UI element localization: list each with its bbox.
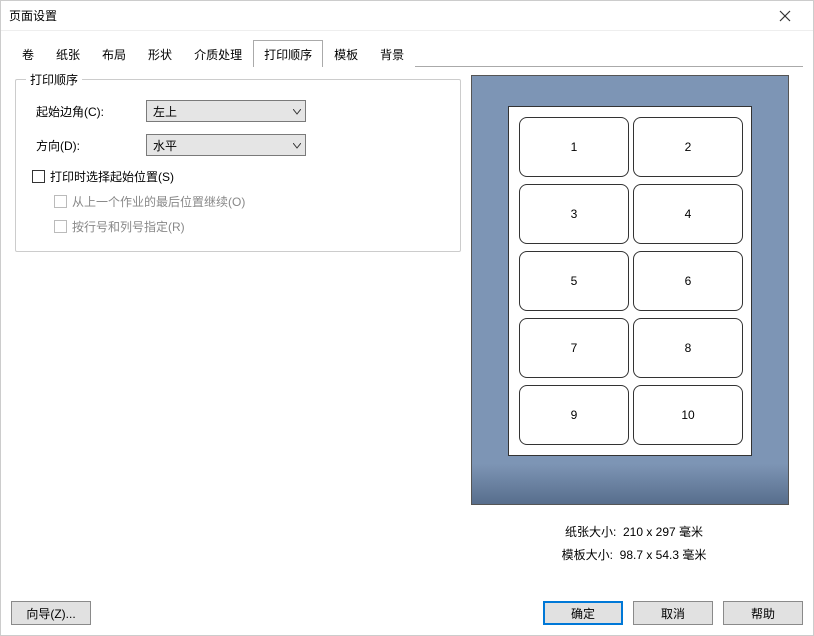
- select-start-checkbox-row: 打印时选择起始位置(S): [32, 168, 450, 185]
- row-col-label: 按行号和列号指定(R): [72, 218, 185, 235]
- tab-panel: 打印顺序 起始边角(C): 左上 方向(D): 水平: [11, 67, 803, 593]
- tab-roll[interactable]: 卷: [11, 40, 45, 67]
- tab-shape[interactable]: 形状: [137, 40, 183, 67]
- left-pane: 打印顺序 起始边角(C): 左上 方向(D): 水平: [11, 73, 471, 593]
- titlebar: 页面设置: [1, 1, 813, 31]
- group-title: 打印顺序: [26, 71, 82, 88]
- continue-last-checkbox-row: 从上一个作业的最后位置继续(O): [54, 193, 450, 210]
- preview-paper: 1 2 3 4 5 6 7 8 9 10: [508, 106, 752, 456]
- paper-size-row: 纸张大小: 210 x 297 毫米: [471, 521, 797, 544]
- preview-cell: 4: [633, 184, 743, 244]
- print-order-group: 打印顺序 起始边角(C): 左上 方向(D): 水平: [15, 79, 461, 252]
- direction-value: 水平: [153, 137, 177, 154]
- chevron-down-icon: [293, 138, 301, 152]
- footer: 向导(Z)... 确定 取消 帮助: [1, 593, 813, 635]
- tab-template[interactable]: 模板: [323, 40, 369, 67]
- tab-paper[interactable]: 纸张: [45, 40, 91, 67]
- tab-strip: 卷 纸张 布局 形状 介质处理 打印顺序 模板 背景: [11, 39, 803, 67]
- content-area: 卷 纸张 布局 形状 介质处理 打印顺序 模板 背景 打印顺序 起始边角(C):…: [1, 31, 813, 593]
- template-size-value: 98.7 x 54.3 毫米: [620, 548, 707, 562]
- paper-size-label: 纸张大小:: [565, 525, 616, 539]
- start-corner-row: 起始边角(C): 左上: [36, 100, 450, 122]
- preview-cell: 1: [519, 117, 629, 177]
- start-corner-value: 左上: [153, 103, 177, 120]
- right-pane: 1 2 3 4 5 6 7 8 9 10 纸张大小:: [471, 73, 803, 593]
- tab-media[interactable]: 介质处理: [183, 40, 253, 67]
- preview-cell: 8: [633, 318, 743, 378]
- tab-layout[interactable]: 布局: [91, 40, 137, 67]
- start-corner-label: 起始边角(C):: [36, 103, 146, 120]
- page-setup-dialog: 页面设置 卷 纸张 布局 形状 介质处理 打印顺序 模板 背景 打印顺序 起始边…: [0, 0, 814, 636]
- continue-last-label: 从上一个作业的最后位置继续(O): [72, 193, 245, 210]
- preview-shadow: [472, 464, 788, 504]
- preview-cell: 3: [519, 184, 629, 244]
- template-size-label: 模板大小:: [562, 548, 613, 562]
- row-col-checkbox-row: 按行号和列号指定(R): [54, 218, 450, 235]
- select-start-label: 打印时选择起始位置(S): [50, 168, 174, 185]
- row-col-checkbox: [54, 220, 67, 233]
- cancel-button[interactable]: 取消: [633, 601, 713, 625]
- direction-label: 方向(D):: [36, 137, 146, 154]
- direction-select[interactable]: 水平: [146, 134, 306, 156]
- select-start-checkbox[interactable]: [32, 170, 45, 183]
- preview-cell: 2: [633, 117, 743, 177]
- tab-print-order[interactable]: 打印顺序: [253, 40, 323, 67]
- preview-cell: 6: [633, 251, 743, 311]
- template-size-row: 模板大小: 98.7 x 54.3 毫米: [471, 544, 797, 567]
- tab-background[interactable]: 背景: [369, 40, 415, 67]
- continue-last-checkbox: [54, 195, 67, 208]
- preview-cell: 9: [519, 385, 629, 445]
- preview-panel: 1 2 3 4 5 6 7 8 9 10: [471, 75, 789, 505]
- help-button[interactable]: 帮助: [723, 601, 803, 625]
- ok-button[interactable]: 确定: [543, 601, 623, 625]
- preview-cell: 10: [633, 385, 743, 445]
- direction-row: 方向(D): 水平: [36, 134, 450, 156]
- preview-cell: 7: [519, 318, 629, 378]
- preview-cell: 5: [519, 251, 629, 311]
- window-title: 页面设置: [9, 7, 765, 24]
- chevron-down-icon: [293, 104, 301, 118]
- start-corner-select[interactable]: 左上: [146, 100, 306, 122]
- paper-size-value: 210 x 297 毫米: [623, 525, 703, 539]
- size-info: 纸张大小: 210 x 297 毫米 模板大小: 98.7 x 54.3 毫米: [471, 521, 797, 567]
- close-icon[interactable]: [765, 2, 805, 30]
- wizard-button[interactable]: 向导(Z)...: [11, 601, 91, 625]
